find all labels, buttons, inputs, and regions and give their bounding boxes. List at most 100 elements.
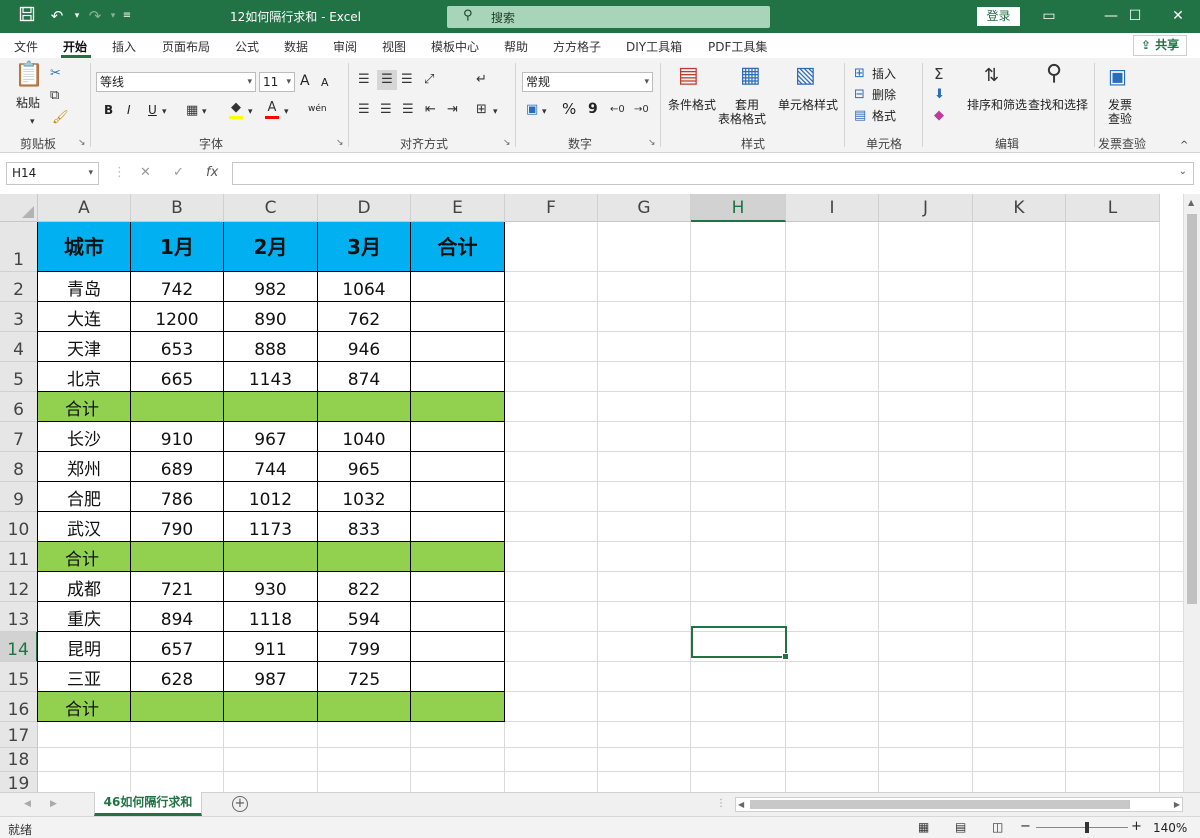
autosum-icon[interactable]: Σ: [934, 66, 943, 82]
data-cell[interactable]: [411, 332, 505, 362]
data-cell[interactable]: [411, 512, 505, 542]
orientation-icon[interactable]: ⤢: [424, 72, 434, 88]
data-cell[interactable]: [411, 572, 505, 602]
decrease-decimal-icon[interactable]: →0: [634, 102, 649, 118]
phonetic-guide-button[interactable]: wén: [308, 102, 327, 116]
zoom-out-button[interactable]: −: [1020, 820, 1031, 834]
merge-dropdown-icon[interactable]: ▾: [493, 104, 498, 120]
subtotal-cell[interactable]: [411, 692, 505, 722]
table-header-cell[interactable]: 2月: [224, 222, 318, 272]
fill-color-icon[interactable]: ◆: [229, 100, 243, 119]
accounting-dropdown-icon[interactable]: ▾: [542, 104, 547, 120]
close-icon[interactable]: ✕: [1155, 4, 1200, 28]
row-header-6[interactable]: 6: [0, 392, 38, 422]
data-cell[interactable]: 郑州: [38, 452, 131, 482]
subtotal-cell[interactable]: [411, 542, 505, 572]
data-cell[interactable]: 894: [131, 602, 224, 632]
collapse-ribbon-icon[interactable]: ^: [1180, 138, 1188, 154]
border-dropdown-icon[interactable]: ▾: [202, 104, 207, 120]
underline-dropdown-icon[interactable]: ▾: [162, 104, 167, 120]
data-cell[interactable]: 1200: [131, 302, 224, 332]
subtotal-cell[interactable]: [318, 392, 411, 422]
increase-decimal-icon[interactable]: ←0: [610, 102, 625, 118]
font-size-select[interactable]: 11 ▾: [259, 72, 295, 92]
data-cell[interactable]: 重庆: [38, 602, 131, 632]
row-header-5[interactable]: 5: [0, 362, 38, 392]
subtotal-cell[interactable]: 合计: [38, 692, 131, 722]
normal-view-icon[interactable]: ▦: [918, 819, 929, 835]
cut-icon[interactable]: ✂: [50, 66, 61, 82]
alignment-launcher-icon[interactable]: ↘: [503, 138, 511, 148]
decrease-indent-icon[interactable]: ⇤: [425, 102, 436, 118]
bold-button[interactable]: B: [104, 103, 113, 117]
data-cell[interactable]: 1118: [224, 602, 318, 632]
scroll-left-icon[interactable]: ◀: [738, 800, 744, 809]
data-cell[interactable]: 成都: [38, 572, 131, 602]
menu-diy-toolbox[interactable]: DIY工具箱: [626, 38, 682, 55]
zoom-level[interactable]: 140%: [1153, 821, 1187, 835]
data-cell[interactable]: [411, 362, 505, 392]
fill-icon[interactable]: ⬇: [934, 87, 945, 103]
enter-icon[interactable]: ✓: [173, 165, 184, 180]
undo-icon[interactable]: ↶: [46, 6, 68, 26]
percent-button[interactable]: %: [562, 102, 576, 117]
row-header-17[interactable]: 17: [0, 722, 38, 748]
save-icon[interactable]: [16, 6, 38, 26]
column-header-k[interactable]: K: [973, 194, 1066, 222]
align-bottom-icon[interactable]: ☰: [401, 72, 413, 88]
accounting-format-icon[interactable]: ▣: [526, 102, 538, 118]
data-cell[interactable]: 北京: [38, 362, 131, 392]
menu-page-layout[interactable]: 页面布局: [162, 38, 210, 55]
invoice-check-label-1[interactable]: 发票: [1108, 98, 1132, 112]
data-cell[interactable]: 946: [318, 332, 411, 362]
row-header-18[interactable]: 18: [0, 748, 38, 772]
data-cell[interactable]: 721: [131, 572, 224, 602]
login-button[interactable]: 登录: [977, 7, 1020, 26]
insert-cells-label[interactable]: 插入: [872, 67, 896, 81]
row-header-15[interactable]: 15: [0, 662, 38, 692]
cell-styles-icon[interactable]: ▧: [795, 65, 816, 87]
copy-icon[interactable]: ⧉: [50, 88, 59, 104]
row-header-13[interactable]: 13: [0, 602, 38, 632]
cell-styles-label[interactable]: 单元格样式: [778, 98, 838, 112]
data-cell[interactable]: 967: [224, 422, 318, 452]
data-cell[interactable]: [411, 632, 505, 662]
scroll-right-icon[interactable]: ▶: [1174, 800, 1180, 809]
search-box[interactable]: ⚲ 搜索: [447, 6, 770, 28]
column-header-f[interactable]: F: [505, 194, 598, 222]
column-header-d[interactable]: D: [318, 194, 411, 222]
subtotal-cell[interactable]: [131, 542, 224, 572]
find-select-icon[interactable]: ⚲: [1046, 63, 1062, 85]
column-header-h[interactable]: H: [691, 194, 786, 222]
zoom-in-button[interactable]: +: [1131, 820, 1142, 834]
subtotal-cell[interactable]: 合计: [38, 392, 131, 422]
merge-center-icon[interactable]: ⊞: [476, 102, 487, 118]
subtotal-cell[interactable]: [411, 392, 505, 422]
data-cell[interactable]: 762: [318, 302, 411, 332]
menu-home[interactable]: 开始: [63, 38, 87, 55]
ribbon-display-icon[interactable]: ▭: [1026, 4, 1072, 28]
share-button[interactable]: ⇪ 共享: [1133, 35, 1187, 56]
column-header-c[interactable]: C: [224, 194, 318, 222]
data-cell[interactable]: 1143: [224, 362, 318, 392]
data-cell[interactable]: 长沙: [38, 422, 131, 452]
active-cell-selection[interactable]: [691, 626, 789, 660]
clipboard-launcher-icon[interactable]: ↘: [78, 138, 86, 148]
column-header-l[interactable]: L: [1066, 194, 1160, 222]
align-right-icon[interactable]: ☰: [402, 102, 414, 118]
number-format-select[interactable]: 常规 ▾: [522, 72, 653, 92]
conditional-format-icon[interactable]: ▤: [678, 65, 699, 87]
worksheet-grid[interactable]: A B C D E F G H I J K L 1 2 3 4 5 6 7 8 9 10 11 12 13 14 15 16 17 18 1…: [0, 194, 1200, 792]
column-header-a[interactable]: A: [38, 194, 131, 222]
paste-icon[interactable]: 📋: [14, 62, 44, 86]
row-header-7[interactable]: 7: [0, 422, 38, 452]
tab-next-icon[interactable]: ▶: [50, 799, 57, 809]
name-box[interactable]: H14 ▾: [6, 162, 99, 185]
sort-filter-icon[interactable]: ⇅: [984, 67, 999, 85]
data-cell[interactable]: 653: [131, 332, 224, 362]
grow-font-button[interactable]: A: [300, 74, 310, 88]
scroll-up-icon[interactable]: ▲: [1188, 198, 1194, 207]
invoice-check-icon[interactable]: ▣: [1108, 66, 1127, 86]
data-cell[interactable]: 888: [224, 332, 318, 362]
data-cell[interactable]: 965: [318, 452, 411, 482]
